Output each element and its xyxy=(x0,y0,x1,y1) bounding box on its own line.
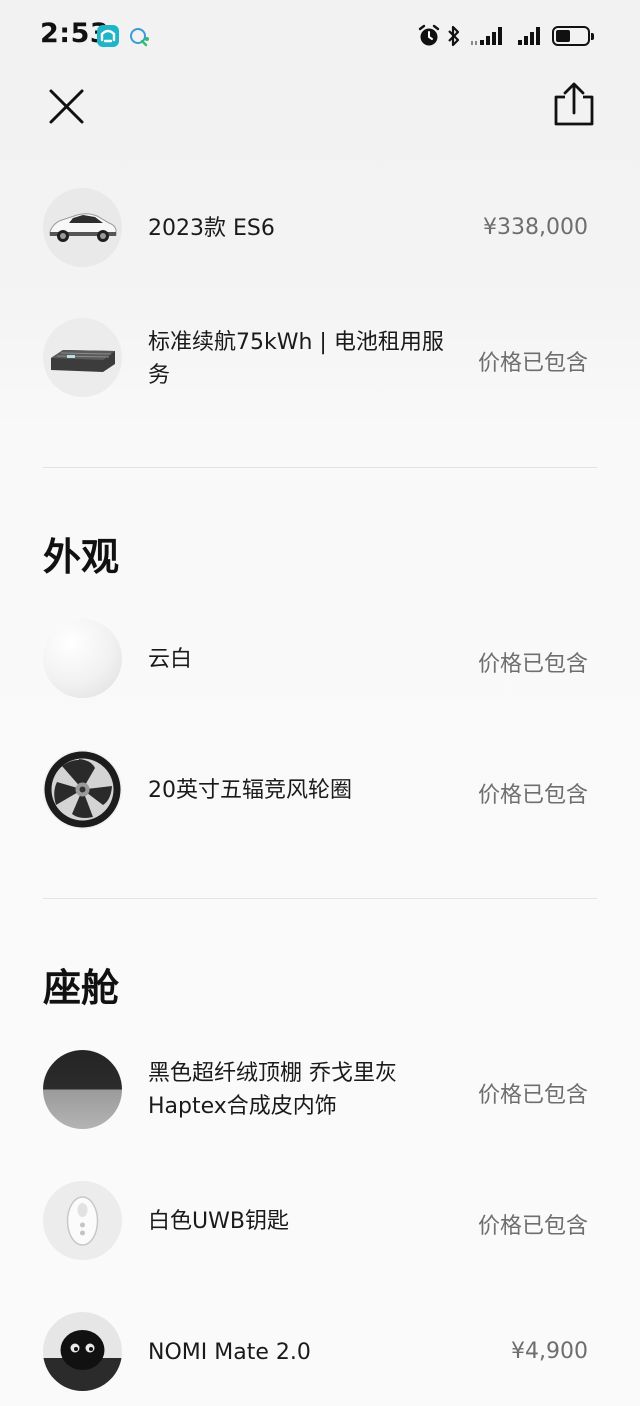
item-name: 黑色超纤绒顶棚 乔戈里灰Haptex合成皮内饰 xyxy=(148,1061,397,1119)
item-name: NOMI Mate 2.0 xyxy=(148,1340,311,1365)
car-icon xyxy=(43,188,122,267)
item-name: 20英寸五辐竞风轮圈 xyxy=(148,778,352,803)
config-row-wheel[interactable]: 20英寸五辐竞风轮圈 价格已包含 xyxy=(0,750,640,830)
nio-app-icon xyxy=(97,25,119,47)
item-name: 云白 xyxy=(148,647,193,672)
item-price: 价格已包含 xyxy=(477,652,588,677)
item-price: 价格已包含 xyxy=(477,1083,588,1108)
chat-notification-icon xyxy=(128,26,150,52)
item-price: 价格已包含 xyxy=(477,783,588,808)
config-row-color[interactable]: 云白 价格已包含 xyxy=(0,619,640,699)
signal-icon-sim1 xyxy=(470,24,508,52)
wheel-icon xyxy=(43,750,122,829)
alarm-icon xyxy=(417,24,441,52)
status-bar: 2:53 xyxy=(0,0,640,72)
key-fob-icon xyxy=(43,1181,122,1260)
share-button[interactable] xyxy=(548,80,600,132)
section-divider xyxy=(43,898,597,899)
config-row-battery[interactable]: 标准续航75kWh | 电池租用服务 价格已包含 xyxy=(0,318,640,398)
nomi-robot-icon xyxy=(43,1312,122,1391)
battery-icon xyxy=(552,26,594,46)
item-price: 价格已包含 xyxy=(477,351,588,376)
interior-swatch-icon xyxy=(43,1050,122,1129)
section-divider xyxy=(43,467,597,468)
item-name: 2023款 ES6 xyxy=(148,216,275,241)
config-row-model[interactable]: 2023款 ES6 ¥338,000 xyxy=(0,188,640,268)
battery-level xyxy=(556,30,570,42)
battery-pack-icon xyxy=(43,318,122,397)
config-row-nomi[interactable]: NOMI Mate 2.0 ¥4,900 xyxy=(0,1312,640,1392)
section-title-cabin: 座舱 xyxy=(43,966,120,1010)
item-name: 白色UWB钥匙 xyxy=(148,1209,289,1234)
bluetooth-icon xyxy=(446,24,462,52)
section-title-exterior: 外观 xyxy=(43,535,120,579)
item-price: ¥338,000 xyxy=(483,215,588,240)
close-button[interactable] xyxy=(40,80,94,134)
config-row-interior[interactable]: 黑色超纤绒顶棚 乔戈里灰Haptex合成皮内饰 价格已包含 xyxy=(0,1050,640,1130)
signal-icon-sim2 xyxy=(514,24,546,52)
config-row-key[interactable]: 白色UWB钥匙 价格已包含 xyxy=(0,1181,640,1261)
item-name: 标准续航75kWh | 电池租用服务 xyxy=(148,330,444,388)
close-icon xyxy=(49,89,84,124)
white-swatch-icon xyxy=(43,619,122,698)
item-price: ¥4,900 xyxy=(511,1339,588,1364)
share-icon xyxy=(554,82,594,126)
item-price: 价格已包含 xyxy=(477,1214,588,1239)
